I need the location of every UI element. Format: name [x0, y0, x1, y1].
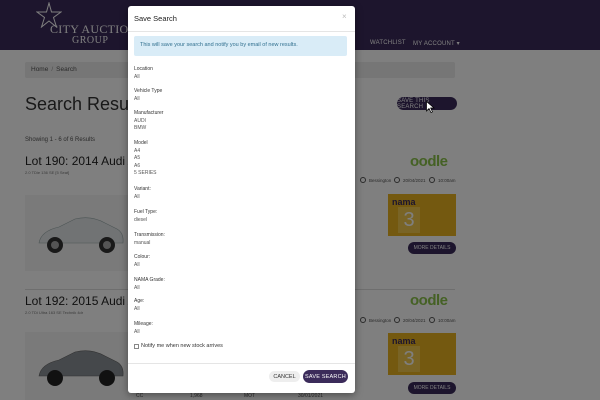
field-value: 5 SERIES — [134, 170, 157, 176]
info-alert: This will save your search and notify yo… — [134, 36, 347, 56]
field-fuel-type: Fuel Type: diesel — [134, 209, 157, 224]
field-age: Age: All — [134, 298, 144, 313]
field-label: Model — [134, 140, 148, 146]
field-label: Fuel Type: — [134, 209, 158, 215]
field-value: All — [134, 284, 140, 291]
close-icon[interactable]: × — [342, 12, 347, 21]
field-label: Mileage: — [134, 321, 153, 327]
field-label: Transmission: — [134, 232, 165, 238]
field-label: NAMA Grade: — [134, 277, 165, 283]
field-manufacturer: Manufacturer AUDI BMW — [134, 110, 163, 133]
field-value: diesel — [134, 216, 148, 223]
field-value: All — [134, 305, 140, 312]
field-label: Vehicle Type — [134, 88, 163, 94]
field-value: All — [134, 73, 140, 80]
field-value: All — [134, 193, 140, 200]
field-value: All — [134, 95, 140, 102]
field-value: All — [134, 261, 140, 268]
modal-title: Save Search — [134, 14, 177, 23]
field-label: Variant: — [134, 186, 151, 192]
field-value: AUDI — [134, 117, 146, 124]
notify-checkbox-row[interactable]: Notify me when new stock arrives — [134, 343, 223, 349]
field-value: A6 — [134, 162, 141, 169]
cancel-button[interactable]: CANCEL — [269, 371, 300, 382]
modal-footer-divider — [128, 363, 355, 364]
field-location: Location All — [134, 66, 153, 81]
field-model: Model A4 A5 A6 5 SERIES — [134, 140, 157, 178]
field-transmission: Transmission: manual — [134, 232, 165, 247]
field-value: manual — [134, 239, 151, 246]
mouse-cursor-icon — [426, 101, 435, 113]
field-variant: Variant: All — [134, 186, 151, 201]
field-value: All — [134, 328, 140, 335]
field-label: Location — [134, 66, 153, 72]
field-colour: Colour: All — [134, 254, 150, 269]
notify-label: Notify me when new stock arrives — [141, 343, 223, 349]
field-label: Age: — [134, 298, 145, 304]
save-search-button[interactable]: SAVE SEARCH — [303, 370, 348, 383]
field-value: BMW — [134, 125, 147, 131]
save-search-modal: Save Search × This will save your search… — [128, 6, 355, 393]
field-nama-grade: NAMA Grade: All — [134, 277, 165, 292]
field-mileage: Mileage: All — [134, 321, 153, 336]
field-vehicle-type: Vehicle Type All — [134, 88, 162, 103]
field-value: A5 — [134, 155, 141, 161]
modal-header: Save Search × — [128, 6, 355, 32]
notify-checkbox[interactable] — [134, 343, 139, 349]
field-value: A4 — [134, 147, 141, 154]
field-label: Colour: — [134, 254, 151, 260]
field-label: Manufacturer — [134, 110, 164, 116]
